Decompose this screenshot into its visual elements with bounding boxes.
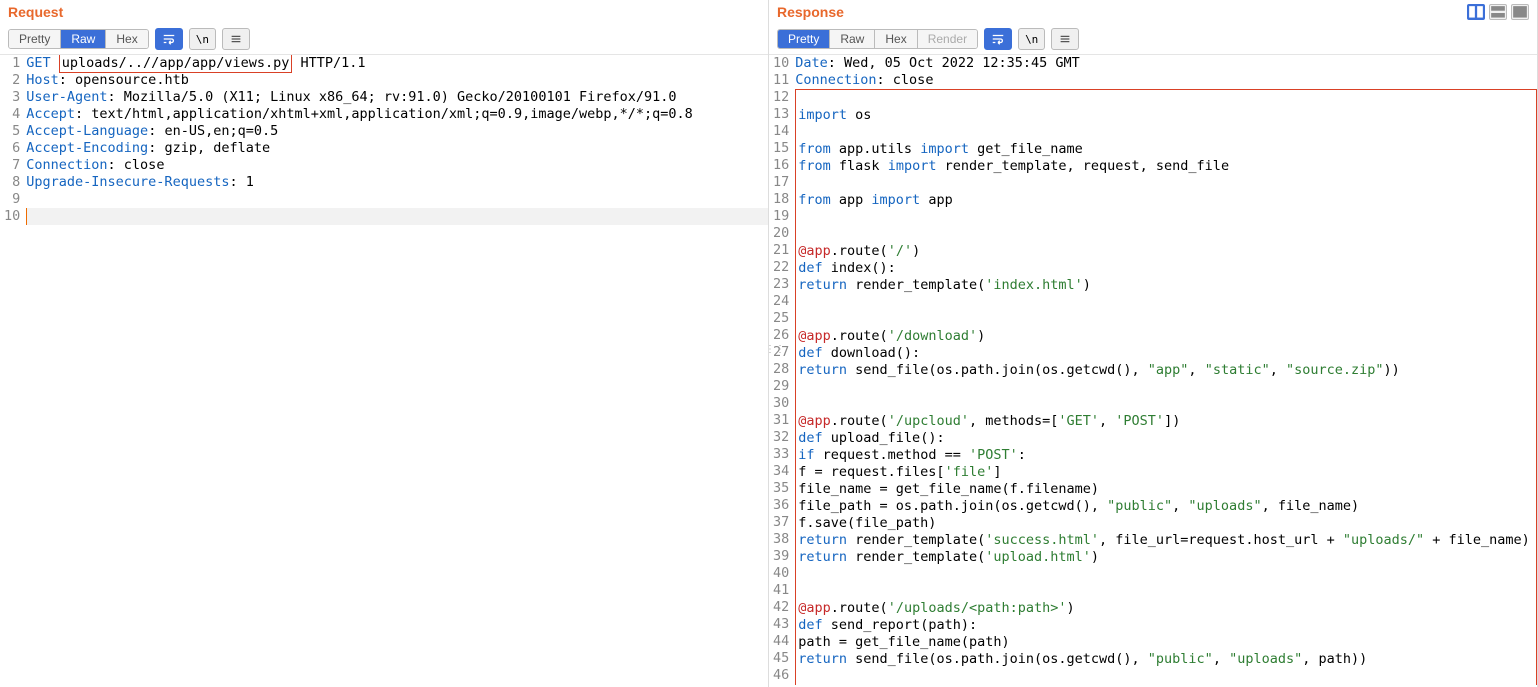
response-panel: ⋮⋮ Response Pretty Raw Hex Render \n <box>769 0 1538 687</box>
wrap-button[interactable] <box>984 28 1012 50</box>
hamburger-icon <box>1058 32 1072 46</box>
request-title: Request <box>8 4 63 20</box>
request-panel: Request Pretty Raw Hex \n 12345678910 GE… <box>0 0 769 687</box>
request-gutter: 12345678910 <box>0 55 26 687</box>
request-toolbar: Pretty Raw Hex \n <box>0 24 768 55</box>
layout-rows-icon[interactable] <box>1489 4 1507 20</box>
response-view-tabs: Pretty Raw Hex Render <box>777 29 978 49</box>
hamburger-icon <box>229 32 243 46</box>
response-code[interactable]: Date: Wed, 05 Oct 2022 12:35:45 GMTConne… <box>795 55 1537 687</box>
wrap-icon <box>162 32 176 46</box>
layout-single-icon[interactable] <box>1511 4 1529 20</box>
newline-button[interactable]: \n <box>189 28 216 50</box>
panel-drag-handle[interactable]: ⋮⋮ <box>765 344 785 355</box>
tab-raw[interactable]: Raw <box>61 30 106 48</box>
tab-hex[interactable]: Hex <box>106 30 147 48</box>
wrap-icon <box>991 32 1005 46</box>
tab-raw[interactable]: Raw <box>830 30 875 48</box>
response-toolbar: Pretty Raw Hex Render \n <box>769 24 1537 55</box>
response-title: Response <box>777 4 844 20</box>
hamburger-button[interactable] <box>222 28 250 50</box>
response-header: Response <box>769 0 1537 24</box>
layout-icons <box>1467 4 1529 20</box>
response-gutter: 1011121314151617181920212223242526272829… <box>769 55 795 687</box>
tab-pretty[interactable]: Pretty <box>778 30 830 48</box>
response-editor[interactable]: 1011121314151617181920212223242526272829… <box>769 55 1537 687</box>
request-view-tabs: Pretty Raw Hex <box>8 29 149 49</box>
request-code[interactable]: GET uploads/..//app/app/views.py HTTP/1.… <box>26 55 768 687</box>
tab-render[interactable]: Render <box>918 30 977 48</box>
tab-pretty[interactable]: Pretty <box>9 30 61 48</box>
hamburger-button[interactable] <box>1051 28 1079 50</box>
wrap-button[interactable] <box>155 28 183 50</box>
newline-button[interactable]: \n <box>1018 28 1045 50</box>
request-header: Request <box>0 0 768 24</box>
layout-columns-icon[interactable] <box>1467 4 1485 20</box>
tab-hex[interactable]: Hex <box>875 30 917 48</box>
request-editor[interactable]: 12345678910 GET uploads/..//app/app/view… <box>0 55 768 687</box>
